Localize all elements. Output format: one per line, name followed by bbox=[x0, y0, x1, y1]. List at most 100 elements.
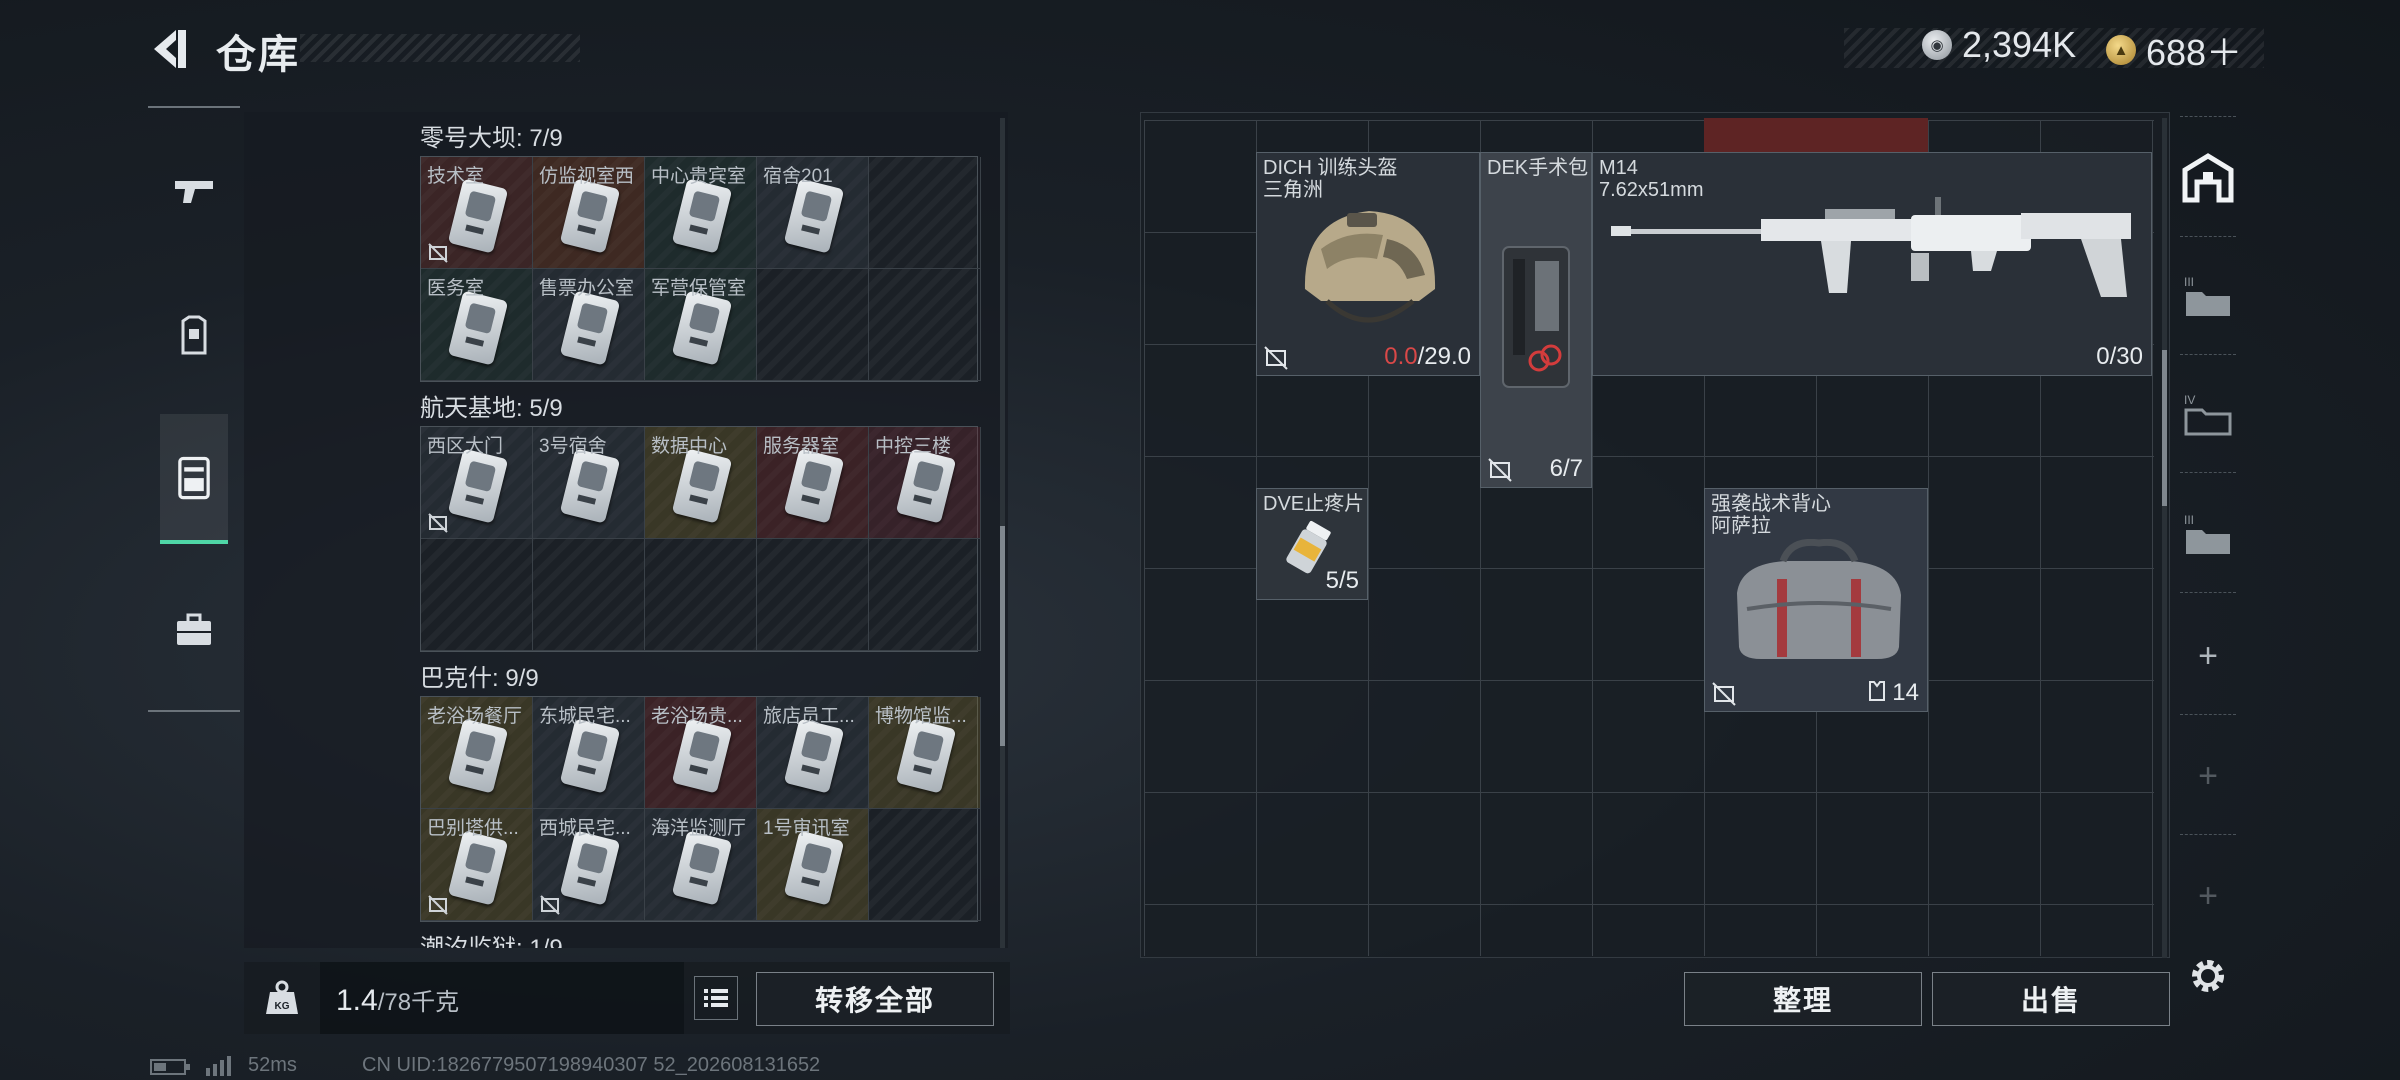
svg-text:III: III bbox=[2184, 513, 2194, 527]
keycard-grid: 技术室 仿监视室西 中心贵宾室 宿舍201 医务室 售票办公室 军营保管室 bbox=[420, 156, 981, 382]
settings-icon bbox=[2192, 960, 2224, 992]
helmet-item[interactable]: DICH 训练头盔 三角洲 0.0/29.0 bbox=[1256, 152, 1480, 376]
organize-button[interactable]: 整理 bbox=[1684, 972, 1922, 1026]
medkit-item[interactable]: DEK手术包 6/7 bbox=[1480, 152, 1592, 488]
slot-label: 西区大门 bbox=[427, 436, 504, 457]
keycard-slot[interactable]: 西城民宅... bbox=[533, 809, 645, 921]
page-title: 仓库 bbox=[216, 33, 300, 77]
rifle-item[interactable]: M14 7.62x51mm 0/30 bbox=[1592, 152, 2152, 376]
stash-scrollbar-thumb[interactable] bbox=[2162, 350, 2167, 506]
keycard-slot[interactable]: 1号审讯室 bbox=[757, 809, 869, 921]
key-container-panel: 零号大坝: 7/9 技术室 仿监视室西 中心贵宾室 宿舍201 医务室 售票办公… bbox=[244, 112, 1008, 948]
keycard-slot[interactable]: 老浴场餐厅 bbox=[421, 697, 533, 809]
category-weapons[interactable] bbox=[160, 142, 228, 238]
slot-label: 技术室 bbox=[427, 166, 485, 187]
rail-divider bbox=[2180, 354, 2236, 355]
keycard-slot[interactable]: 巴别塔供... bbox=[421, 809, 533, 921]
rail-divider bbox=[2180, 116, 2236, 117]
vest-item[interactable]: 强袭战术背心 阿萨拉 14 bbox=[1704, 488, 1928, 712]
weight-max: /78千克 bbox=[377, 989, 460, 1016]
keycard-slot[interactable]: 医务室 bbox=[421, 269, 533, 381]
title-decoration bbox=[300, 34, 580, 62]
rail-divider bbox=[2180, 714, 2236, 715]
stash-tab-iii-b[interactable]: III bbox=[2176, 494, 2240, 574]
gold-currency-value: 688＋ bbox=[2146, 32, 2243, 73]
left-scrollbar-thumb[interactable] bbox=[1000, 526, 1005, 746]
rail-divider bbox=[2180, 236, 2236, 237]
empty-slot bbox=[869, 539, 981, 651]
group-title: 零号大坝: 7/9 bbox=[420, 125, 563, 152]
keycard-grid: 老浴场餐厅 东城民宅... 老浴场贵... 旅店员工... 博物馆监... 巴别… bbox=[420, 696, 981, 922]
empty-slot bbox=[757, 269, 869, 381]
keycard-slot[interactable]: 博物馆监... bbox=[869, 697, 981, 809]
transfer-all-button[interactable]: 转移全部 bbox=[756, 972, 994, 1026]
keycard-slot[interactable]: 服务器室 bbox=[757, 427, 869, 539]
category-misc[interactable] bbox=[160, 582, 228, 678]
stash-scrollbar[interactable] bbox=[2162, 118, 2167, 958]
back-button[interactable] bbox=[148, 26, 192, 72]
add-tab-icon: + bbox=[2198, 756, 2218, 795]
keycard-slot[interactable]: 海洋监测厅 bbox=[645, 809, 757, 921]
group-title: 航天基地: 5/9 bbox=[420, 395, 563, 422]
empty-slot bbox=[757, 539, 869, 651]
keycard-slot[interactable]: 中控三楼 bbox=[869, 427, 981, 539]
no-insure-icon bbox=[540, 895, 560, 915]
armor-icon bbox=[181, 315, 207, 355]
vest-name: 强袭战术背心 阿萨拉 bbox=[1711, 493, 1831, 537]
keycard-slot[interactable]: 仿监视室西 bbox=[533, 157, 645, 269]
slot-label: 中控三楼 bbox=[875, 436, 952, 457]
keycard-slot[interactable]: 数据中心 bbox=[645, 427, 757, 539]
signal-icon bbox=[206, 1056, 231, 1076]
keycard-slot[interactable]: 3号宿舍 bbox=[533, 427, 645, 539]
empty-slot bbox=[533, 539, 645, 651]
slot-label: 海洋监测厅 bbox=[651, 818, 747, 839]
keycard-slot[interactable]: 售票办公室 bbox=[533, 269, 645, 381]
slot-label: 巴别塔供... bbox=[427, 818, 519, 839]
list-view-button[interactable] bbox=[694, 976, 738, 1020]
slot-label: 宿舍201 bbox=[763, 166, 833, 187]
rail-divider bbox=[2180, 834, 2236, 835]
slot-label: 博物馆监... bbox=[875, 706, 967, 727]
add-tab-button[interactable]: + bbox=[2176, 856, 2240, 936]
add-tab-icon: + bbox=[2198, 636, 2218, 675]
slot-label: 数据中心 bbox=[651, 436, 728, 457]
slot-label: 老浴场贵... bbox=[651, 706, 743, 727]
add-tab-button[interactable]: + bbox=[2176, 616, 2240, 696]
pistol-icon bbox=[175, 181, 213, 203]
add-tab-button[interactable]: + bbox=[2176, 736, 2240, 816]
svg-text:IV: IV bbox=[2184, 393, 2195, 407]
keycard-slot[interactable]: 东城民宅... bbox=[533, 697, 645, 809]
helmet-icon bbox=[1304, 211, 1436, 323]
add-tab-icon: + bbox=[2198, 876, 2218, 915]
settings-button[interactable] bbox=[2176, 936, 2240, 1016]
keycard-slot[interactable]: 技术室 bbox=[421, 157, 533, 269]
keycard-slot[interactable]: 宿舍201 bbox=[757, 157, 869, 269]
stash-home-tab[interactable] bbox=[2176, 138, 2240, 218]
painkiller-item[interactable]: DVE止疼片 5/5 bbox=[1256, 488, 1368, 600]
stash-tab-iv[interactable]: IV bbox=[2176, 374, 2240, 454]
no-insure-icon bbox=[1264, 346, 1288, 370]
medkit-uses: 6/7 bbox=[1549, 455, 1583, 482]
keycard-slot[interactable]: 老浴场贵... bbox=[645, 697, 757, 809]
keycard-slot[interactable]: 旅店员工... bbox=[757, 697, 869, 809]
stash-tab-iii-icon: III bbox=[2184, 275, 2230, 316]
stash-tab-iii[interactable]: III bbox=[2176, 256, 2240, 336]
sell-button[interactable]: 出售 bbox=[1932, 972, 2170, 1026]
painkiller-uses: 5/5 bbox=[1325, 567, 1359, 594]
empty-slot bbox=[421, 539, 533, 651]
svg-text:III: III bbox=[2184, 275, 2194, 289]
rifle-ammo: 0/30 bbox=[2096, 343, 2143, 370]
back-arrow-icon bbox=[154, 30, 186, 68]
no-insure-icon bbox=[428, 513, 448, 533]
keycard-slot[interactable]: 中心贵宾室 bbox=[645, 157, 757, 269]
keycard-slot[interactable]: 西区大门 bbox=[421, 427, 533, 539]
partial-item[interactable] bbox=[1704, 118, 1928, 152]
briefcase-icon bbox=[177, 613, 211, 645]
silver-currency-value: 2,394K bbox=[1962, 24, 2077, 65]
category-gear[interactable] bbox=[160, 288, 228, 384]
keycard-slot[interactable]: 军营保管室 bbox=[645, 269, 757, 381]
category-containers[interactable] bbox=[160, 414, 228, 544]
gold-currency[interactable]: ▲ 688＋ bbox=[2106, 24, 2242, 76]
stash-home-icon bbox=[2182, 153, 2234, 203]
uid-text: CN UID:1826779507198940307 52_2026081316… bbox=[362, 1054, 821, 1076]
